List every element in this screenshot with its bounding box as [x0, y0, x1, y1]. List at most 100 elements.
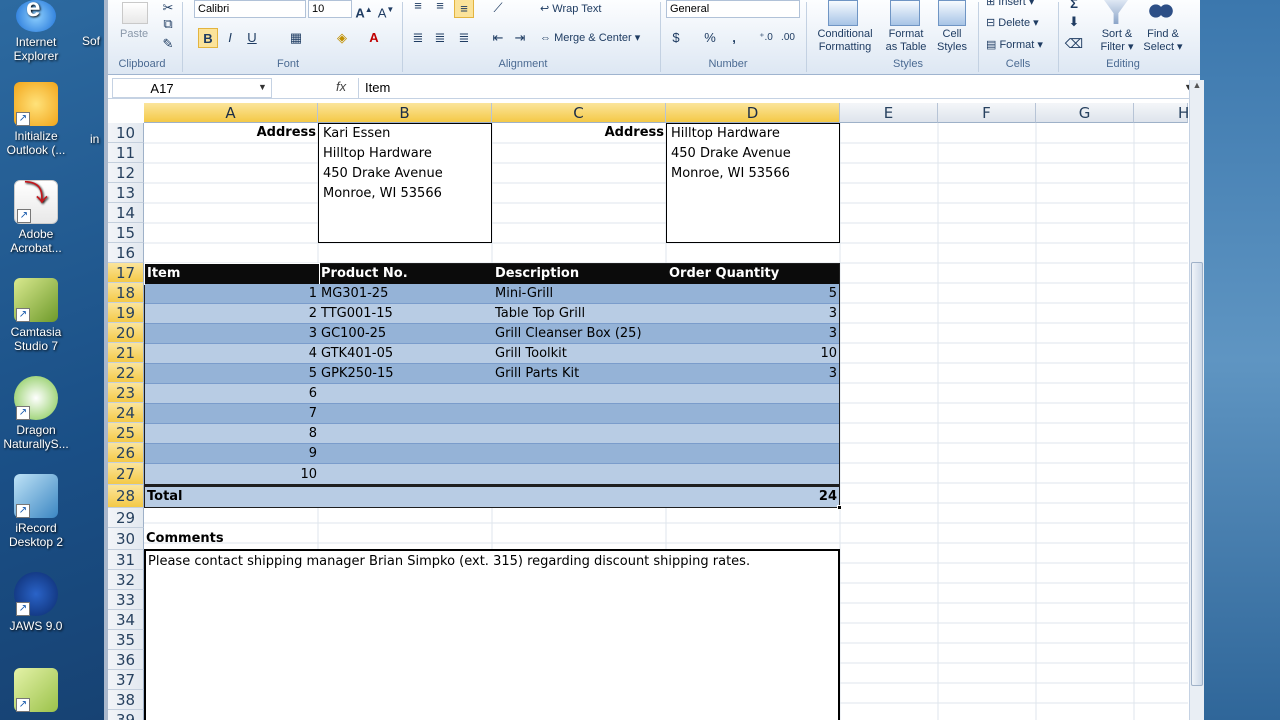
row-header[interactable]: 21: [108, 343, 144, 363]
scrollbar-thumb[interactable]: [1191, 262, 1203, 686]
fill-icon[interactable]: ⬇: [1064, 12, 1084, 32]
vertical-scrollbar[interactable]: ▲: [1189, 80, 1204, 720]
align-left-icon[interactable]: ≣: [408, 28, 428, 48]
row-header[interactable]: 26: [108, 443, 144, 463]
align-right-icon[interactable]: ≣: [454, 28, 474, 48]
table-row[interactable]: 10: [145, 464, 839, 486]
header-order-quantity[interactable]: Order Quantity: [667, 264, 781, 284]
desktop-icon-partial[interactable]: ↗: [0, 668, 72, 715]
row-header[interactable]: 11: [108, 143, 144, 163]
paste-button[interactable]: Paste: [120, 28, 148, 40]
name-box-dropdown-icon[interactable]: ▼: [258, 82, 267, 92]
column-header-b[interactable]: B: [318, 103, 492, 123]
row-header[interactable]: 30: [108, 528, 144, 550]
column-header-a[interactable]: A: [144, 103, 318, 123]
wrap-text-button[interactable]: ↩ Wrap Text: [540, 2, 601, 15]
insert-cells-button[interactable]: ⊞ Insert ▾: [986, 0, 1034, 8]
address-box-b[interactable]: Kari Essen Hilltop Hardware 450 Drake Av…: [318, 123, 492, 243]
row-header[interactable]: 37: [108, 670, 144, 690]
table-row[interactable]: 4 GTK401-05 Grill Toolkit 10: [145, 344, 839, 364]
address-label-c[interactable]: Address: [492, 123, 666, 143]
row-header[interactable]: 17: [108, 263, 144, 283]
desktop-icon-outlook[interactable]: ↗ Initialize Outlook (...: [0, 82, 72, 157]
column-header-d[interactable]: D: [666, 103, 840, 123]
cell-styles-button[interactable]: Cell Styles: [930, 28, 974, 54]
address-label-a[interactable]: Address: [144, 123, 318, 143]
comments-label[interactable]: Comments: [144, 528, 226, 550]
scroll-up-arrow-icon[interactable]: ▲: [1191, 80, 1203, 96]
font-size-select[interactable]: 10: [308, 0, 352, 18]
bold-button[interactable]: B: [198, 28, 218, 48]
row-header[interactable]: 14: [108, 203, 144, 223]
row-header[interactable]: 13: [108, 183, 144, 203]
header-product-no[interactable]: Product No.: [319, 264, 410, 284]
row-header[interactable]: 23: [108, 383, 144, 403]
insert-function-icon[interactable]: fx: [336, 79, 346, 94]
table-row[interactable]: 8: [145, 424, 839, 444]
total-row[interactable]: Total 24: [145, 486, 839, 507]
increase-decimal-icon[interactable]: ⁺.0: [756, 28, 776, 48]
row-header[interactable]: 29: [108, 508, 144, 528]
decrease-indent-icon[interactable]: ⇤: [488, 28, 508, 48]
borders-icon[interactable]: ▦: [286, 28, 306, 48]
fill-color-icon[interactable]: ◈: [332, 28, 352, 48]
align-top-icon[interactable]: ≡: [408, 0, 428, 16]
formula-input[interactable]: Item: [358, 78, 1194, 98]
desktop-icon-acrobat[interactable]: ⤵ ↗ Adobe Acrobat...: [0, 180, 72, 255]
italic-button[interactable]: I: [220, 28, 240, 48]
desktop-icon-ie[interactable]: e Internet Explorer: [0, 0, 72, 63]
format-as-table-button[interactable]: Format as Table: [878, 28, 934, 54]
row-header[interactable]: 36: [108, 650, 144, 670]
column-header-h[interactable]: H: [1134, 103, 1188, 123]
address-box-d[interactable]: Hilltop Hardware 450 Drake Avenue Monroe…: [666, 123, 840, 243]
row-header[interactable]: 33: [108, 590, 144, 610]
merge-center-button[interactable]: ⇔ Merge & Center ▾: [540, 31, 640, 44]
table-row[interactable]: 1 MG301-25 Mini-Grill 5: [145, 284, 839, 304]
align-center-icon[interactable]: ≣: [430, 28, 450, 48]
table-row[interactable]: 3 GC100-25 Grill Cleanser Box (25) 3: [145, 324, 839, 344]
table-row[interactable]: 7: [145, 404, 839, 424]
increase-indent-icon[interactable]: ⇥: [510, 28, 530, 48]
table-row[interactable]: 5 GPK250-15 Grill Parts Kit 3: [145, 364, 839, 384]
currency-button[interactable]: $: [666, 28, 686, 48]
desktop-icon-dragon[interactable]: ↗ Dragon NaturallyS...: [0, 376, 72, 451]
comma-button[interactable]: ,: [724, 28, 744, 48]
column-header-e[interactable]: E: [840, 103, 938, 123]
order-table[interactable]: Item Product No. Description Order Quant…: [144, 263, 840, 508]
font-name-select[interactable]: Calibri: [194, 0, 306, 18]
row-header[interactable]: 24: [108, 403, 144, 423]
row-header[interactable]: 27: [108, 463, 144, 485]
row-header[interactable]: 35: [108, 630, 144, 650]
orientation-icon[interactable]: ⟋: [488, 0, 508, 18]
find-select-button[interactable]: Find & Select ▾: [1140, 28, 1186, 54]
column-header-c[interactable]: C: [492, 103, 666, 123]
copy-icon[interactable]: ⧉: [158, 14, 178, 34]
delete-cells-button[interactable]: ⊟ Delete ▾: [986, 16, 1039, 29]
row-header[interactable]: 15: [108, 223, 144, 243]
desktop-icon-camtasia[interactable]: ↗ Camtasia Studio 7: [0, 278, 72, 353]
header-item[interactable]: Item: [144, 263, 320, 285]
conditional-formatting-button[interactable]: Conditional Formatting: [810, 28, 880, 54]
grow-font-icon[interactable]: A▲: [354, 0, 374, 20]
comments-box[interactable]: Please contact shipping manager Brian Si…: [144, 549, 840, 720]
worksheet-grid[interactable]: A B C D E F G H 10 11 12 13 14 15 16 17 …: [108, 103, 1188, 720]
fill-handle[interactable]: [837, 505, 842, 510]
clear-icon[interactable]: ⌫: [1064, 34, 1084, 54]
name-box[interactable]: A17: [112, 78, 272, 98]
row-header[interactable]: 22: [108, 363, 144, 383]
table-row[interactable]: 6: [145, 384, 839, 404]
row-header[interactable]: 31: [108, 550, 144, 570]
row-header[interactable]: 34: [108, 610, 144, 630]
percent-button[interactable]: %: [700, 28, 720, 48]
table-row[interactable]: 2 TTG001-15 Table Top Grill 3: [145, 304, 839, 324]
align-middle-icon[interactable]: ≡: [430, 0, 450, 16]
row-header[interactable]: 25: [108, 423, 144, 443]
row-header[interactable]: 19: [108, 303, 144, 323]
column-header-g[interactable]: G: [1036, 103, 1134, 123]
row-header[interactable]: 39: [108, 710, 144, 720]
row-header[interactable]: 20: [108, 323, 144, 343]
font-color-icon[interactable]: A: [364, 28, 384, 48]
row-header[interactable]: 12: [108, 163, 144, 183]
underline-button[interactable]: U: [242, 28, 262, 48]
row-header[interactable]: 28: [108, 485, 144, 508]
